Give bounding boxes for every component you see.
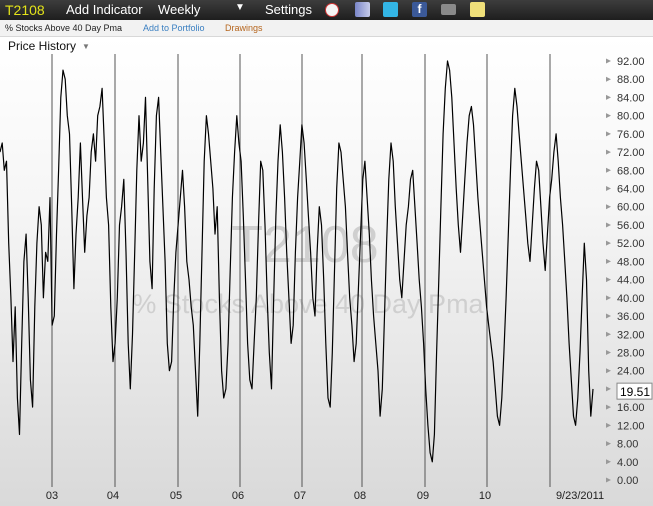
y-tick-marker (606, 204, 611, 210)
y-tick-marker (606, 240, 611, 246)
y-tick-label: 48.00 (617, 256, 645, 268)
y-tick-marker (606, 331, 611, 337)
y-tick-label: 68.00 (617, 165, 645, 177)
y-tick-marker (606, 131, 611, 137)
x-tick-label: 9/23/2011 (556, 490, 604, 502)
y-tick-marker (606, 477, 611, 483)
y-tick-label: 60.00 (617, 202, 645, 214)
y-tick-label: 4.00 (617, 457, 638, 469)
y-tick-label: 80.00 (617, 111, 645, 123)
y-tick-marker (606, 386, 611, 392)
y-tick-label: 84.00 (617, 92, 645, 104)
y-tick-marker (606, 459, 611, 465)
y-tick-label: 88.00 (617, 74, 645, 86)
y-tick-marker (606, 167, 611, 173)
y-tick-marker (606, 94, 611, 100)
y-tick-label: 8.00 (617, 439, 638, 451)
y-tick-marker (606, 422, 611, 428)
y-tick-marker (606, 258, 611, 264)
x-tick-label: 09 (417, 490, 429, 502)
x-tick-label: 07 (294, 490, 306, 502)
y-tick-marker (606, 295, 611, 301)
y-tick-marker (606, 58, 611, 64)
last-value-label: 19.51 (620, 385, 650, 399)
y-tick-marker (606, 113, 611, 119)
watermark-symbol: T2108 (231, 216, 378, 274)
x-tick-label: 06 (232, 490, 244, 502)
watermark-name: % Stocks Above 40 Day Pma (132, 289, 484, 319)
x-tick-label: 05 (170, 490, 182, 502)
y-tick-marker (606, 313, 611, 319)
y-tick-label: 36.00 (617, 311, 645, 323)
y-tick-marker (606, 277, 611, 283)
y-tick-marker (606, 404, 611, 410)
y-tick-label: 52.00 (617, 238, 645, 250)
y-tick-marker (606, 149, 611, 155)
y-tick-label: 16.00 (617, 402, 645, 414)
y-tick-marker (606, 441, 611, 447)
y-tick-label: 40.00 (617, 293, 645, 305)
y-tick-label: 92.00 (617, 56, 645, 68)
x-tick-label: 04 (107, 490, 119, 502)
x-tick-label: 03 (46, 490, 58, 502)
y-tick-label: 44.00 (617, 275, 645, 287)
y-tick-marker (606, 76, 611, 82)
y-tick-marker (606, 349, 611, 355)
price-chart: T2108 % Stocks Above 40 Day Pma 92.00 88.00… (0, 54, 653, 502)
y-tick-label: 24.00 (617, 366, 645, 378)
y-tick-marker (606, 222, 611, 228)
x-tick-label: 08 (354, 490, 366, 502)
y-tick-label: 72.00 (617, 147, 645, 159)
y-tick-label: 64.00 (617, 184, 645, 196)
y-tick-label: 28.00 (617, 347, 645, 359)
y-tick-label: 12.00 (617, 420, 645, 432)
y-tick-label: 32.00 (617, 329, 645, 341)
y-tick-label: 56.00 (617, 220, 645, 232)
y-tick-marker (606, 368, 611, 374)
y-tick-label: 0.00 (617, 475, 638, 487)
y-tick-marker (606, 186, 611, 192)
x-tick-label: 10 (479, 490, 491, 502)
y-tick-label: 76.00 (617, 129, 645, 141)
